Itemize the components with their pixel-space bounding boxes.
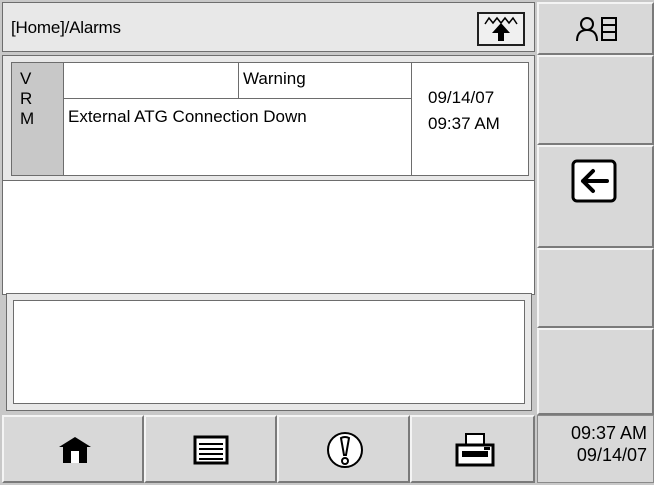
bottom-nav	[2, 415, 535, 483]
alarm-severity: Warning	[243, 69, 306, 88]
alarm-icon	[327, 432, 363, 468]
alarm-date: 09/14/07	[428, 88, 495, 107]
clock-date: 09/14/07	[576, 445, 647, 465]
toolbar-button-blank-2[interactable]	[537, 248, 654, 328]
alarm-timestamp-field: 09/14/07 09:37 AM	[411, 62, 529, 176]
user-list-button[interactable]	[537, 2, 654, 55]
alarms-button[interactable]	[277, 415, 410, 483]
back-arrow-icon	[571, 159, 617, 203]
alarm-notes-area	[13, 300, 525, 404]
toolbar-button-blank-1[interactable]	[537, 55, 654, 145]
category-letter-m: M	[20, 109, 35, 128]
printer-icon	[455, 433, 495, 467]
alarm-notes-panel	[6, 293, 532, 411]
breadcrumb: [Home]/Alarms	[11, 18, 121, 37]
user-list-icon	[576, 17, 617, 42]
alarm-info-panel	[2, 180, 535, 295]
toolbar-button-blank-3[interactable]	[537, 328, 654, 415]
list-button[interactable]	[144, 415, 277, 483]
alarm-category-box: V R M	[11, 62, 64, 176]
back-button[interactable]	[537, 145, 654, 248]
right-toolbar: 09:37 AM 09/14/07	[537, 2, 654, 483]
category-letter-v: V	[20, 69, 32, 88]
home-button[interactable]	[2, 415, 144, 483]
category-letter-r: R	[20, 89, 33, 108]
alarm-time: 09:37 AM	[428, 114, 500, 133]
alarm-message-field: External ATG Connection Down	[63, 98, 412, 176]
alarm-severity-field: Warning	[238, 62, 412, 99]
home-icon	[59, 437, 91, 463]
clock-display: 09:37 AM 09/14/07	[537, 415, 654, 483]
up-level-button[interactable]	[477, 12, 525, 46]
up-level-icon	[484, 16, 518, 41]
alarm-detail-panel: V R M Warning External ATG Connection Do…	[2, 55, 535, 181]
list-icon	[193, 435, 229, 465]
clock-time: 09:37 AM	[570, 423, 647, 443]
alarm-device-field	[63, 62, 239, 99]
print-button[interactable]	[410, 415, 535, 483]
alarm-screen: [Home]/Alarms V R M Warning External ATG…	[0, 0, 654, 485]
title-bar: [Home]/Alarms	[2, 2, 535, 52]
alarm-message: External ATG Connection Down	[68, 107, 307, 126]
